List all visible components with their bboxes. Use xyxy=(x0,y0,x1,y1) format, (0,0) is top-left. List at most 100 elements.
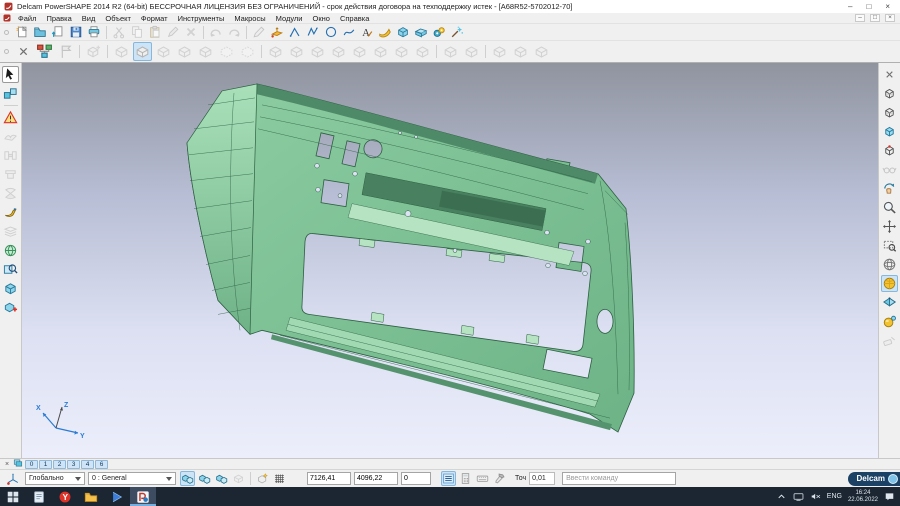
zoom-view-icon[interactable] xyxy=(881,199,898,216)
blocks-icon[interactable] xyxy=(2,85,19,102)
yandex-browser-icon[interactable]: Y xyxy=(52,487,78,506)
workplane-icon[interactable] xyxy=(269,24,285,40)
coord-y-field[interactable] xyxy=(354,472,398,485)
item-list-icon[interactable] xyxy=(441,471,456,486)
wizard-icon[interactable] xyxy=(449,24,465,40)
curve-icon[interactable] xyxy=(341,24,357,40)
file-explorer-icon[interactable] xyxy=(78,487,104,506)
model-doctor-icon[interactable] xyxy=(2,299,19,316)
polyline-icon[interactable] xyxy=(305,24,321,40)
menu-item-10[interactable]: Справка xyxy=(335,14,374,23)
snap-grid-icon[interactable] xyxy=(272,471,287,486)
command-input[interactable] xyxy=(562,472,676,485)
solid-feature-1-icon xyxy=(266,42,285,61)
level-tab-3[interactable]: 3 xyxy=(67,460,80,469)
close-button[interactable]: × xyxy=(885,3,890,11)
calculator-icon[interactable] xyxy=(458,471,473,486)
inspect-zoom-icon[interactable] xyxy=(2,261,19,278)
model-fixing-icon[interactable] xyxy=(2,109,19,126)
shaded-view-icon[interactable] xyxy=(881,275,898,292)
import-icon[interactable] xyxy=(50,24,66,40)
menu-item-6[interactable]: Инструменты xyxy=(173,14,230,23)
clipboard-view-3-icon[interactable] xyxy=(214,471,229,486)
close-solid-toolbar-icon[interactable] xyxy=(14,42,33,61)
menu-item-2[interactable]: Правка xyxy=(41,14,76,23)
level-tab-4[interactable]: 4 xyxy=(81,460,94,469)
view-shaded-cube-icon[interactable] xyxy=(881,123,898,140)
language-indicator[interactable]: ENG xyxy=(827,493,842,500)
star-box-icon[interactable] xyxy=(255,471,270,486)
keyboard-entry-icon[interactable] xyxy=(475,471,490,486)
menu-item-5[interactable]: Формат xyxy=(136,14,173,23)
level-tab-6[interactable]: 6 xyxy=(95,460,108,469)
viewport[interactable]: X Z Y xyxy=(22,63,878,458)
coord-x-field[interactable] xyxy=(307,472,351,485)
workplane-select[interactable]: Глобально xyxy=(25,472,85,485)
morph-tool-icon[interactable] xyxy=(2,204,19,221)
zoom-box-icon[interactable] xyxy=(881,237,898,254)
print-icon[interactable] xyxy=(86,24,102,40)
solid-feature-3-icon xyxy=(308,42,327,61)
open-model-icon[interactable] xyxy=(32,24,48,40)
clipboard-view-1-icon[interactable] xyxy=(180,471,195,486)
render-check-icon[interactable] xyxy=(2,242,19,259)
level-tab-0[interactable]: 0 xyxy=(25,460,38,469)
menu-item-7[interactable]: Макросы xyxy=(229,14,270,23)
maximize-button[interactable]: □ xyxy=(866,3,871,11)
rotate-view-icon[interactable] xyxy=(881,180,898,197)
level-tab-2[interactable]: 2 xyxy=(53,460,66,469)
mdi-restore-button[interactable]: □ xyxy=(870,14,880,22)
mdi-close-button[interactable]: × xyxy=(885,14,895,22)
stack-tool-icon xyxy=(2,223,19,240)
start-icon[interactable] xyxy=(0,487,26,506)
app-document-icon[interactable] xyxy=(26,487,52,506)
solid-op-2-icon[interactable] xyxy=(133,42,152,61)
version-tree-icon[interactable] xyxy=(35,42,54,61)
surface-icon[interactable] xyxy=(395,24,411,40)
select-cursor-icon[interactable] xyxy=(2,66,19,83)
menu-item-3[interactable]: Вид xyxy=(77,14,101,23)
close-view-toolbar-icon[interactable] xyxy=(881,66,898,83)
notification-center-icon[interactable] xyxy=(884,491,895,502)
view-vertex-icon[interactable] xyxy=(881,142,898,159)
powershape-app-icon[interactable] xyxy=(130,487,156,506)
clipboard-view-2-icon[interactable] xyxy=(197,471,212,486)
pan-view-icon[interactable] xyxy=(881,218,898,235)
tray-chevron-up-icon[interactable] xyxy=(776,491,787,502)
taskbar-clock[interactable]: 16:24 22.06.2022 xyxy=(848,490,878,503)
levels-close-icon[interactable]: × xyxy=(3,461,11,468)
coord-z-field[interactable] xyxy=(401,472,431,485)
wireframe-view-icon[interactable] xyxy=(881,256,898,273)
solid-icon[interactable] xyxy=(413,24,429,40)
view-iso-2-icon[interactable] xyxy=(881,104,898,121)
render-view-icon[interactable] xyxy=(881,313,898,330)
tolerance-value[interactable]: 0,01 xyxy=(529,472,555,485)
workplane-view-icon[interactable] xyxy=(881,294,898,311)
mdi-minimize-button[interactable]: – xyxy=(855,14,865,22)
minimize-button[interactable]: – xyxy=(848,3,852,11)
text-icon[interactable]: A xyxy=(359,24,375,40)
separator xyxy=(79,45,80,58)
level-select[interactable]: 0 : General xyxy=(88,472,176,485)
menu-item-1[interactable]: Файл xyxy=(13,14,41,23)
feature-icon[interactable] xyxy=(431,24,447,40)
new-model-icon[interactable] xyxy=(14,24,30,40)
tools-icon[interactable] xyxy=(492,471,507,486)
menu-item-9[interactable]: Окно xyxy=(308,14,335,23)
workplane-axis-icon[interactable] xyxy=(5,471,21,487)
save-icon[interactable] xyxy=(68,24,84,40)
surface-auto-icon[interactable] xyxy=(377,24,393,40)
title-bar: Delcam PowerSHAPE 2014 R2 (64-bit) БЕССР… xyxy=(0,0,900,13)
level-tab-1[interactable]: 1 xyxy=(39,460,52,469)
menu-item-4[interactable]: Объект xyxy=(100,14,136,23)
solid-verify-icon[interactable] xyxy=(2,280,19,297)
speaker-muted-icon[interactable] xyxy=(810,491,821,502)
menu-item-8[interactable]: Модули xyxy=(271,14,308,23)
app-media-icon[interactable] xyxy=(104,487,130,506)
view-iso-1-icon[interactable] xyxy=(881,85,898,102)
line-icon[interactable] xyxy=(287,24,303,40)
network-monitor-icon[interactable] xyxy=(793,491,804,502)
viewport-3d-canvas[interactable] xyxy=(22,63,878,458)
arc-icon[interactable] xyxy=(323,24,339,40)
separator xyxy=(106,26,107,39)
